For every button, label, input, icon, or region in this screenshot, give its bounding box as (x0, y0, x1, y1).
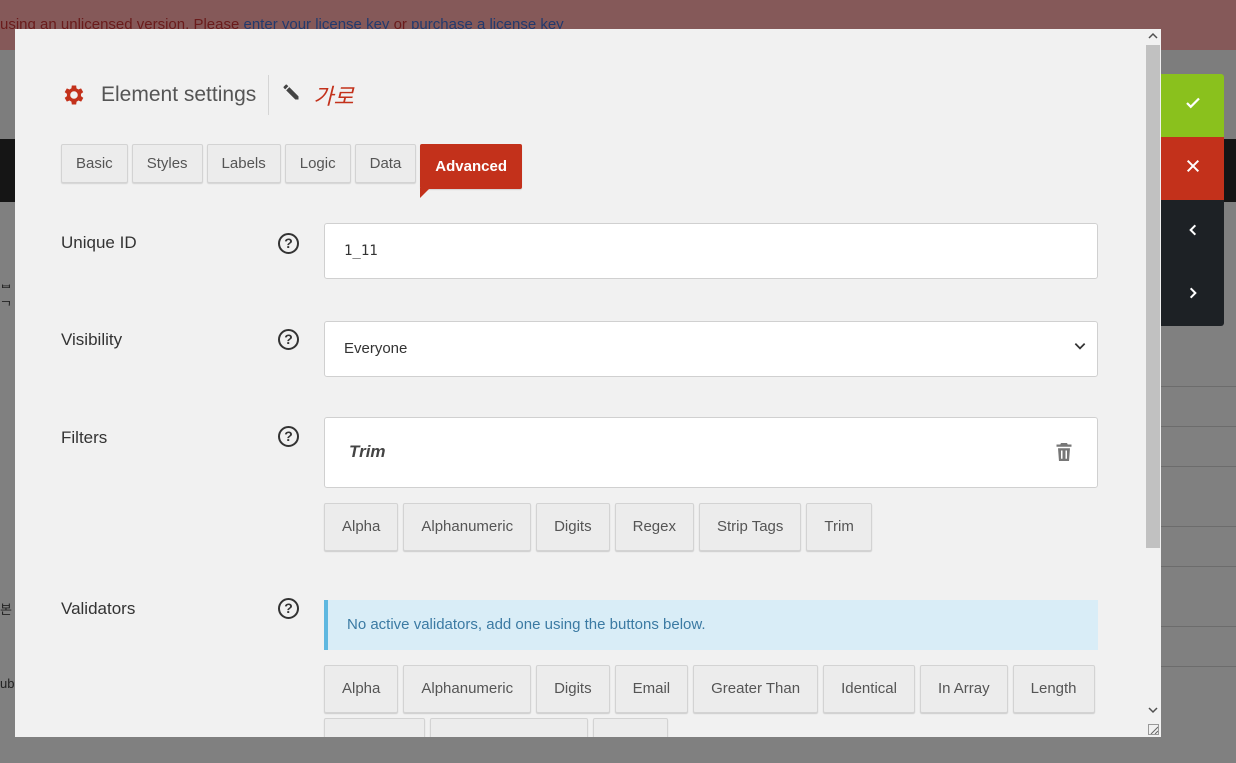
resize-handle-icon[interactable] (1148, 724, 1160, 736)
check-icon (1184, 94, 1202, 118)
modal-title: Element settings (101, 83, 257, 106)
add-validator-greater-than-button[interactable]: Greater Than (693, 665, 819, 713)
validator-button-cut-off[interactable] (430, 718, 588, 737)
add-filter-digits-button[interactable]: Digits (536, 503, 610, 551)
visibility-value: Everyone (344, 340, 408, 357)
validator-buttons: Alpha Alphanumeric Digits Email Greater … (324, 665, 1104, 737)
header-divider (268, 75, 270, 115)
validators-label: Validators (61, 599, 136, 618)
close-icon (1185, 157, 1201, 180)
active-filters-box: Trim (324, 417, 1098, 488)
active-filter-item: Trim (349, 442, 386, 461)
tab-labels[interactable]: Labels (206, 144, 281, 183)
chevron-left-icon (1186, 220, 1200, 243)
settings-tabs: Basic Styles Labels Logic Data Advanced (61, 144, 526, 198)
add-validator-alpha-button[interactable]: Alpha (324, 665, 399, 713)
filters-label: Filters (61, 428, 108, 447)
gear-icon (61, 82, 87, 108)
background-fragment: ub (0, 676, 15, 691)
save-button[interactable] (1161, 74, 1224, 137)
tab-styles[interactable]: Styles (131, 144, 203, 183)
background-fragment: 본 프 (0, 602, 15, 617)
pencil-icon[interactable] (281, 82, 301, 108)
modal-header: Element settings 가로 (61, 75, 354, 115)
element-name[interactable]: 가로 (313, 79, 353, 111)
background-fragment: ᄀ (0, 299, 12, 314)
unique-id-label: Unique ID (61, 233, 137, 252)
add-validator-identical-button[interactable]: Identical (823, 665, 915, 713)
scroll-down-icon[interactable] (1147, 705, 1159, 719)
element-settings-modal: Element settings 가로 Basic Styles Labels … (15, 29, 1161, 737)
chevron-down-icon (1073, 322, 1087, 376)
validator-button-cut-off[interactable] (593, 718, 668, 737)
scroll-up-icon[interactable] (1147, 31, 1159, 45)
filter-buttons: Alpha Alphanumeric Digits Regex Strip Ta… (324, 503, 1104, 556)
tab-basic[interactable]: Basic (61, 144, 128, 183)
add-filter-alpha-button[interactable]: Alpha (324, 503, 399, 551)
close-button[interactable] (1161, 137, 1224, 200)
help-icon[interactable]: ? (278, 329, 299, 350)
scrollbar-thumb[interactable] (1146, 45, 1160, 548)
help-icon[interactable]: ? (278, 233, 299, 254)
add-validator-email-button[interactable]: Email (614, 665, 689, 713)
previous-element-button[interactable] (1161, 200, 1224, 263)
add-validator-alphanumeric-button[interactable]: Alphanumeric (403, 665, 532, 713)
help-icon[interactable]: ? (278, 426, 299, 447)
tab-data[interactable]: Data (354, 144, 417, 183)
add-validator-in-array-button[interactable]: In Array (919, 665, 1008, 713)
add-filter-alphanumeric-button[interactable]: Alphanumeric (403, 503, 532, 551)
add-filter-strip-tags-button[interactable]: Strip Tags (698, 503, 802, 551)
trash-icon[interactable] (1055, 442, 1073, 468)
help-icon[interactable]: ? (278, 598, 299, 619)
add-filter-regex-button[interactable]: Regex (614, 503, 694, 551)
background-fragment: ᆸ (0, 275, 12, 290)
validators-info-notice: No active validators, add one using the … (324, 600, 1098, 650)
validator-button-cut-off[interactable] (324, 718, 425, 737)
add-validator-digits-button[interactable]: Digits (536, 665, 610, 713)
add-filter-trim-button[interactable]: Trim (806, 503, 872, 551)
tab-advanced[interactable]: Advanced (420, 144, 522, 198)
visibility-label: Visibility (61, 330, 123, 349)
visibility-select[interactable]: Everyone (324, 321, 1098, 377)
add-validator-length-button[interactable]: Length (1012, 665, 1095, 713)
next-element-button[interactable] (1161, 263, 1224, 326)
unique-id-input[interactable]: 1_11 (324, 223, 1098, 279)
chevron-right-icon (1186, 283, 1200, 306)
tab-logic[interactable]: Logic (284, 144, 351, 183)
modal-scrollbar[interactable] (1144, 29, 1161, 737)
